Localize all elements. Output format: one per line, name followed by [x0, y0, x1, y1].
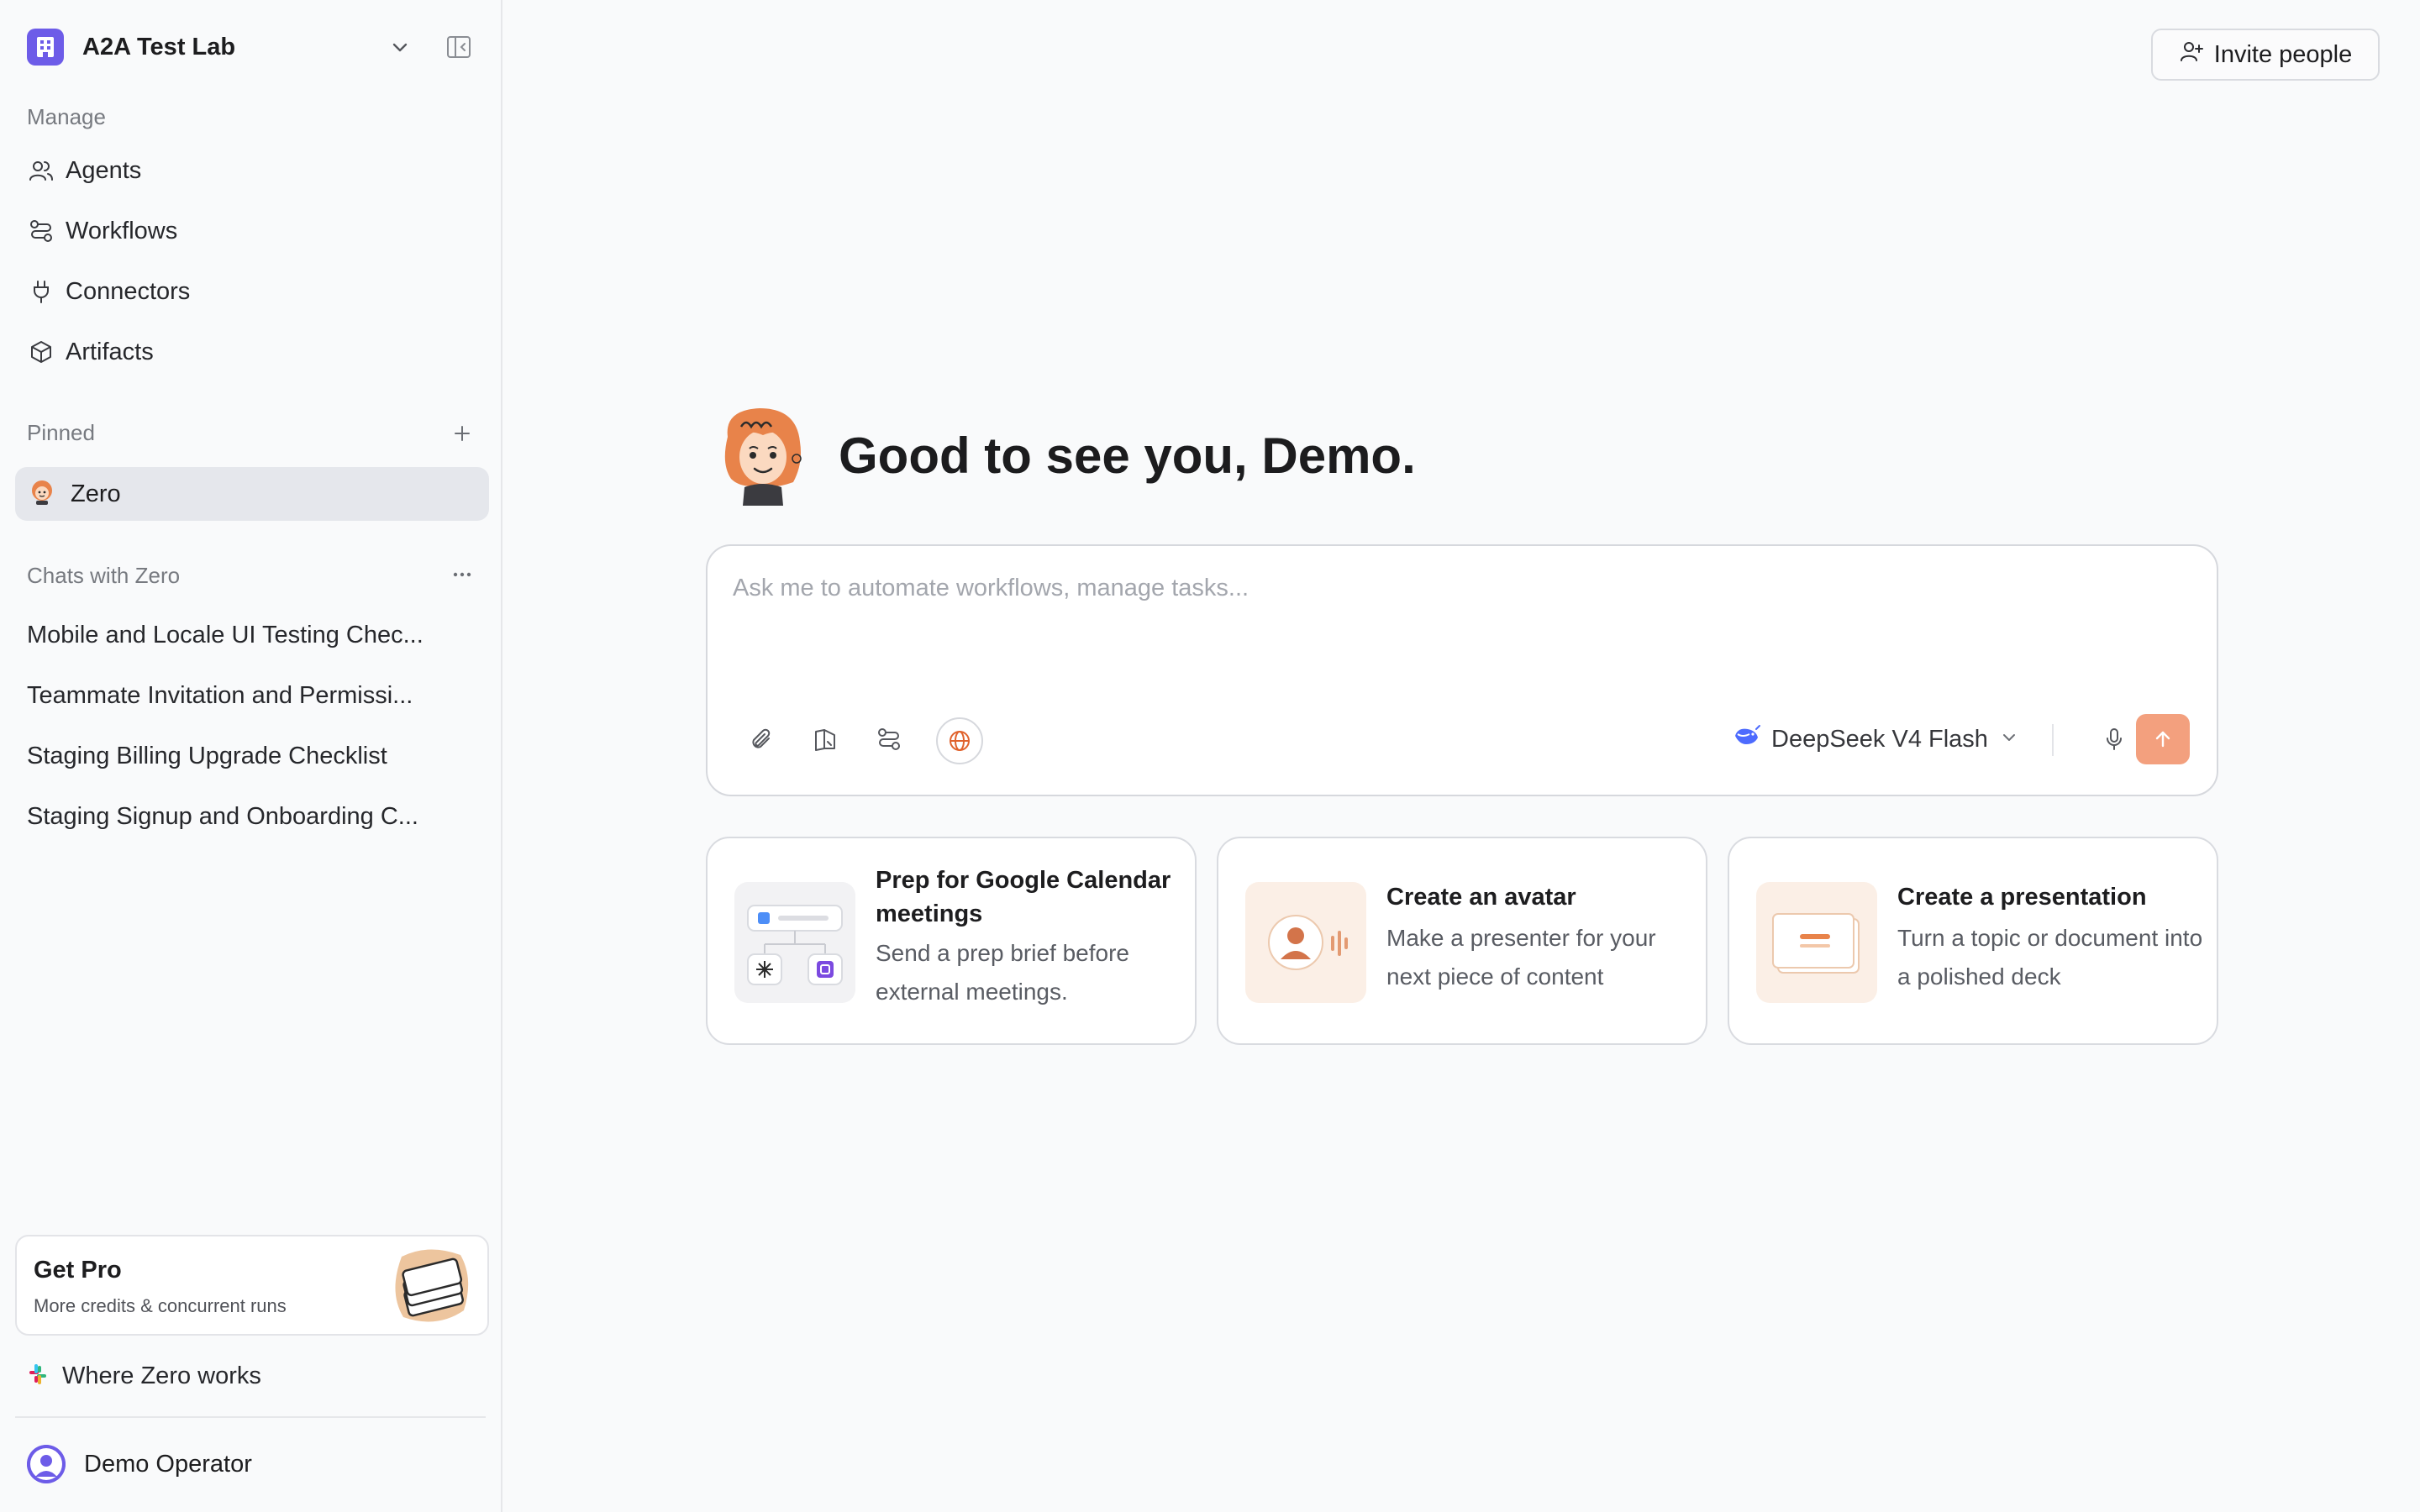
chat-list-item[interactable]: Mobile and Locale UI Testing Chec...	[27, 622, 447, 649]
where-zero-works-label: Where Zero works	[62, 1362, 261, 1389]
invite-people-label: Invite people	[2213, 40, 2353, 68]
model-name: DeepSeek V4 Flash	[1771, 725, 1988, 753]
suggestion-card-avatar[interactable]: Create an avatar Make a presenter for yo…	[1217, 837, 1707, 1045]
deepseek-whale-icon	[1733, 724, 1761, 754]
presentation-deck-illustration-icon	[1756, 882, 1877, 1003]
user-name: Demo Operator	[84, 1450, 252, 1478]
sidebar-item-connectors[interactable]: Connectors	[15, 265, 489, 318]
workflow-icon	[27, 217, 55, 245]
card-description: Turn a topic or document into a polished…	[1897, 925, 2203, 990]
plug-icon	[27, 277, 55, 306]
get-pro-subtitle: More credits & concurrent runs	[34, 1295, 287, 1316]
greeting: Good to see you, Demo.	[716, 405, 1416, 506]
avatar-presenter-illustration-icon	[1245, 882, 1366, 1003]
card-title: Create a presentation	[1897, 884, 2147, 911]
workspace-logo-icon	[27, 29, 64, 66]
sidebar-item-agents[interactable]: Agents	[15, 144, 489, 197]
add-pinned-icon[interactable]	[445, 417, 479, 450]
zero-character-icon	[716, 405, 810, 506]
card-description: Make a presenter for your next piece of …	[1386, 925, 1656, 990]
sidebar-collapse-icon[interactable]	[442, 30, 476, 64]
main-area: Invite people Good to see you, Demo. Ask…	[502, 0, 2420, 1512]
sidebar-item-label: Connectors	[66, 277, 191, 305]
chat-list-item[interactable]: Staging Signup and Onboarding C...	[27, 803, 447, 831]
users-icon	[27, 156, 55, 185]
user-plus-icon	[2179, 39, 2204, 71]
card-title: Create an avatar	[1386, 884, 1576, 911]
model-selector[interactable]: DeepSeek V4 Flash	[1733, 717, 2018, 761]
manage-section-label: Manage	[27, 104, 106, 129]
more-horizontal-icon[interactable]	[445, 558, 479, 591]
get-pro-title: Get Pro	[34, 1257, 122, 1284]
suggestion-card-presentation[interactable]: Create a presentation Turn a topic or do…	[1728, 837, 2218, 1045]
arrow-up-icon	[2155, 731, 2170, 748]
chevron-down-icon	[2000, 726, 2018, 753]
pinned-item-label: Zero	[71, 480, 121, 507]
stacked-cards-illustration-icon	[387, 1245, 476, 1327]
workflow-tool-icon[interactable]	[867, 717, 911, 761]
send-button[interactable]	[2136, 714, 2190, 764]
suggestion-card-calendar[interactable]: Prep for Google Calendar meetings Send a…	[706, 837, 1197, 1045]
composer: DeepSeek V4 Flash	[706, 544, 2218, 796]
chevron-down-icon[interactable]	[383, 30, 417, 64]
sidebar-divider	[15, 1416, 486, 1418]
invite-people-button[interactable]: Invite people	[2151, 29, 2380, 81]
sidebar-item-label: Artifacts	[66, 338, 154, 365]
pinned-section-label: Pinned	[27, 420, 95, 445]
chats-section-label: Chats with Zero	[27, 563, 181, 588]
slack-icon	[25, 1362, 50, 1391]
pinned-item-zero[interactable]: Zero	[15, 467, 489, 521]
user-avatar-icon	[27, 1445, 66, 1483]
calendar-flow-illustration-icon	[734, 882, 855, 1003]
zero-avatar-icon	[29, 479, 55, 510]
sidebar: A2A Test Lab Manage Agents Workflows Con…	[0, 0, 502, 1512]
chat-list-item[interactable]: Teammate Invitation and Permissi...	[27, 682, 447, 710]
prompt-input[interactable]	[733, 575, 2161, 602]
user-menu[interactable]: Demo Operator	[27, 1443, 252, 1485]
sidebar-item-label: Workflows	[66, 217, 178, 244]
card-description: Send a prep brief before external meetin…	[876, 940, 1129, 1005]
chat-list-item[interactable]: Staging Billing Upgrade Checklist	[27, 743, 447, 770]
globe-icon[interactable]	[936, 717, 983, 764]
workspace-name: A2A Test Lab	[82, 33, 236, 60]
book-open-icon[interactable]	[803, 717, 847, 761]
get-pro-card[interactable]: Get Pro More credits & concurrent runs	[15, 1235, 489, 1336]
workspace-switcher[interactable]: A2A Test Lab	[27, 29, 479, 66]
sidebar-item-artifacts[interactable]: Artifacts	[15, 326, 489, 378]
sidebar-item-workflows[interactable]: Workflows	[15, 205, 489, 257]
greeting-text: Good to see you, Demo.	[839, 427, 1416, 484]
sidebar-item-label: Agents	[66, 156, 142, 184]
paperclip-icon[interactable]	[739, 717, 783, 761]
box-icon	[27, 338, 55, 366]
where-zero-works-link[interactable]: Where Zero works	[25, 1356, 261, 1396]
card-title: Prep for Google Calendar meetings	[876, 867, 1171, 927]
microphone-icon[interactable]	[2092, 717, 2136, 761]
toolbar-divider	[2052, 724, 2054, 756]
